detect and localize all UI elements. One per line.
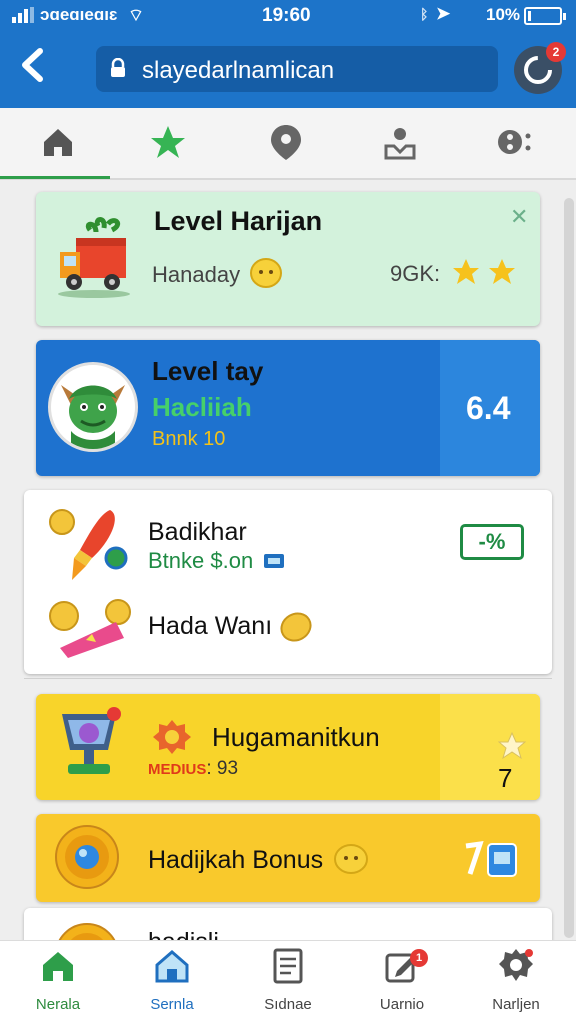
subtitle-text: Btnke $.on	[148, 548, 254, 573]
bonus-card-icon	[465, 840, 517, 877]
star-icon	[497, 731, 527, 760]
goblin-avatar-icon	[61, 385, 125, 449]
nav-home[interactable]: Nerala	[10, 947, 106, 1023]
value-text: 9GK:	[390, 261, 441, 286]
back-button[interactable]	[18, 48, 62, 88]
active-tab-indicator	[0, 176, 110, 179]
nav-label: Uarnio	[379, 996, 425, 1013]
card-value: 9GK:	[390, 258, 518, 287]
gear-badge-icon	[153, 720, 191, 754]
card-title: Hugamanitkun	[212, 722, 380, 752]
quest-count: 7	[497, 731, 540, 794]
wifi-icon: ⌔	[128, 6, 144, 25]
notification-button[interactable]: 2	[514, 42, 566, 94]
location-arrow-icon: ➤	[436, 4, 451, 23]
chevron-left-icon	[22, 48, 43, 82]
avatar	[48, 362, 138, 452]
truck-gift-icon	[58, 217, 130, 298]
trophy-screen-icon	[62, 707, 121, 774]
nav-badge: 1	[410, 949, 428, 967]
nav-house[interactable]: Sernla	[124, 947, 220, 1023]
user-upload-icon	[384, 128, 416, 160]
nav-edit[interactable]: 1 Uarnio	[354, 947, 450, 1023]
tab-more[interactable]	[494, 122, 534, 164]
notification-badge: 2	[546, 42, 566, 62]
settings-icon	[499, 949, 533, 981]
quest-card[interactable]: Hugamanitkun MEDIUS: 93 7	[36, 694, 540, 800]
tab-map[interactable]	[266, 122, 306, 164]
compass-coin-icon	[55, 825, 119, 889]
battery-icon	[524, 7, 566, 25]
coin-icon	[280, 612, 312, 642]
house-icon	[155, 950, 189, 983]
level-tay-card[interactable]: Level tay Hacliiah Bnnk 10 6.4	[36, 340, 540, 476]
scrollbar[interactable]	[564, 198, 574, 938]
nav-label: Sıdnae	[264, 996, 312, 1013]
carrier-name: ɔɑeɑıeɑıɛ	[40, 5, 118, 24]
detail-value: : 93	[206, 758, 239, 779]
status-time: 19:60	[262, 5, 311, 26]
nav-settings[interactable]: Narljen	[468, 947, 564, 1023]
close-icon: ✕	[510, 204, 529, 229]
card-subtitle: Hanaday	[152, 258, 283, 288]
reward-item-title: Hada Wanı	[148, 610, 313, 644]
card-title: Level tay	[152, 356, 264, 386]
nav-documents[interactable]: Sıdnae	[240, 947, 336, 1023]
rewards-list-card: Badikhar Btnke $.on -% Hada Wanı	[24, 490, 552, 674]
coin-face-icon	[250, 258, 283, 288]
bonus-card[interactable]: Hadijkah Bonus	[36, 814, 540, 902]
home-icon	[44, 129, 72, 156]
count-text: 7	[498, 763, 513, 793]
document-icon	[273, 948, 303, 984]
discount-button[interactable]: -%	[460, 524, 524, 560]
tab-bar	[0, 108, 576, 180]
nav-label: Sernla	[150, 996, 194, 1013]
nav-label: Narljen	[492, 996, 540, 1013]
tab-home[interactable]	[38, 122, 78, 164]
card-subtitle: Hacliiah	[152, 392, 252, 422]
battery-percent: 10%	[486, 5, 521, 24]
star-icon	[151, 126, 185, 158]
reward-item-title: Badikhar	[148, 518, 247, 546]
card-detail: MEDIUS: 93	[148, 758, 238, 780]
title-text: Hadijkah Bonus	[148, 846, 324, 874]
detail-label: MEDIUS	[148, 761, 207, 778]
address-text: slayedarlnamlican	[142, 57, 335, 84]
divider	[24, 678, 552, 679]
more-icon	[498, 130, 531, 154]
close-button[interactable]: ✕	[510, 204, 528, 230]
tab-favorites[interactable]	[148, 122, 188, 164]
star-icon	[453, 259, 516, 284]
battery-fill	[528, 11, 531, 21]
daily-level-card[interactable]: Level Harijan Hanaday 9GK: ✕	[36, 192, 540, 326]
bottom-navigation: Nerala Sernla Sıdnae 1 Uarnio Narljen	[0, 940, 576, 1024]
app-header: ɔɑeɑıeɑıɛ ⌔ 19:60 ᛒ ➤ 10% slayedarlnamli…	[0, 0, 576, 108]
subtitle-text: Hanaday	[152, 262, 241, 287]
nav-label: Nerala	[35, 996, 81, 1013]
card-detail: Bnnk 10	[152, 428, 226, 450]
reward-item-subtitle: Btnke $.on	[148, 548, 285, 574]
rocket-coin-icon	[49, 509, 128, 580]
address-bar[interactable]: slayedarlnamlican	[96, 46, 498, 92]
home-icon	[43, 952, 73, 981]
bluetooth-icon: ᛒ	[420, 6, 429, 22]
coin-face-icon	[334, 844, 369, 874]
tab-profile[interactable]	[380, 122, 420, 164]
title-text: Hada Wanı	[148, 612, 273, 640]
lock-icon	[111, 58, 125, 77]
signal-icon	[12, 7, 34, 23]
ticket-icon	[264, 554, 285, 568]
card-title: Level Harijan	[154, 206, 323, 236]
map-pin-icon	[271, 125, 301, 160]
status-bar: ɔɑeɑıeɑıɛ ⌔ 19:60 ᛒ ➤ 10%	[0, 0, 576, 32]
score-value: 6.4	[466, 390, 511, 426]
candy-coin-icon	[49, 599, 131, 658]
card-title: Hadijkah Bonus	[148, 844, 369, 875]
